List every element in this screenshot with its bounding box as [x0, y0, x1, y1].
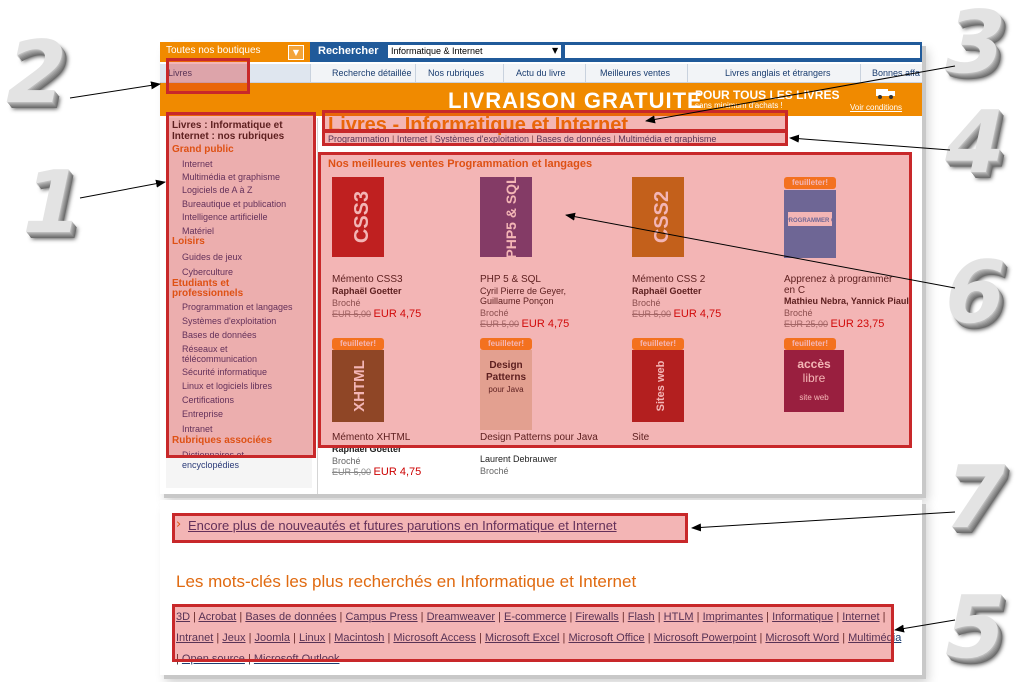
- arrow-3: [645, 65, 956, 124]
- arrow-7: [691, 511, 956, 532]
- arrow-5: [894, 619, 956, 633]
- arrow-2: [69, 81, 161, 99]
- arrow-4: [789, 134, 951, 151]
- callout-arrows: [69, 65, 956, 633]
- arrow-1: [79, 179, 166, 199]
- arrow-6: [565, 212, 956, 289]
